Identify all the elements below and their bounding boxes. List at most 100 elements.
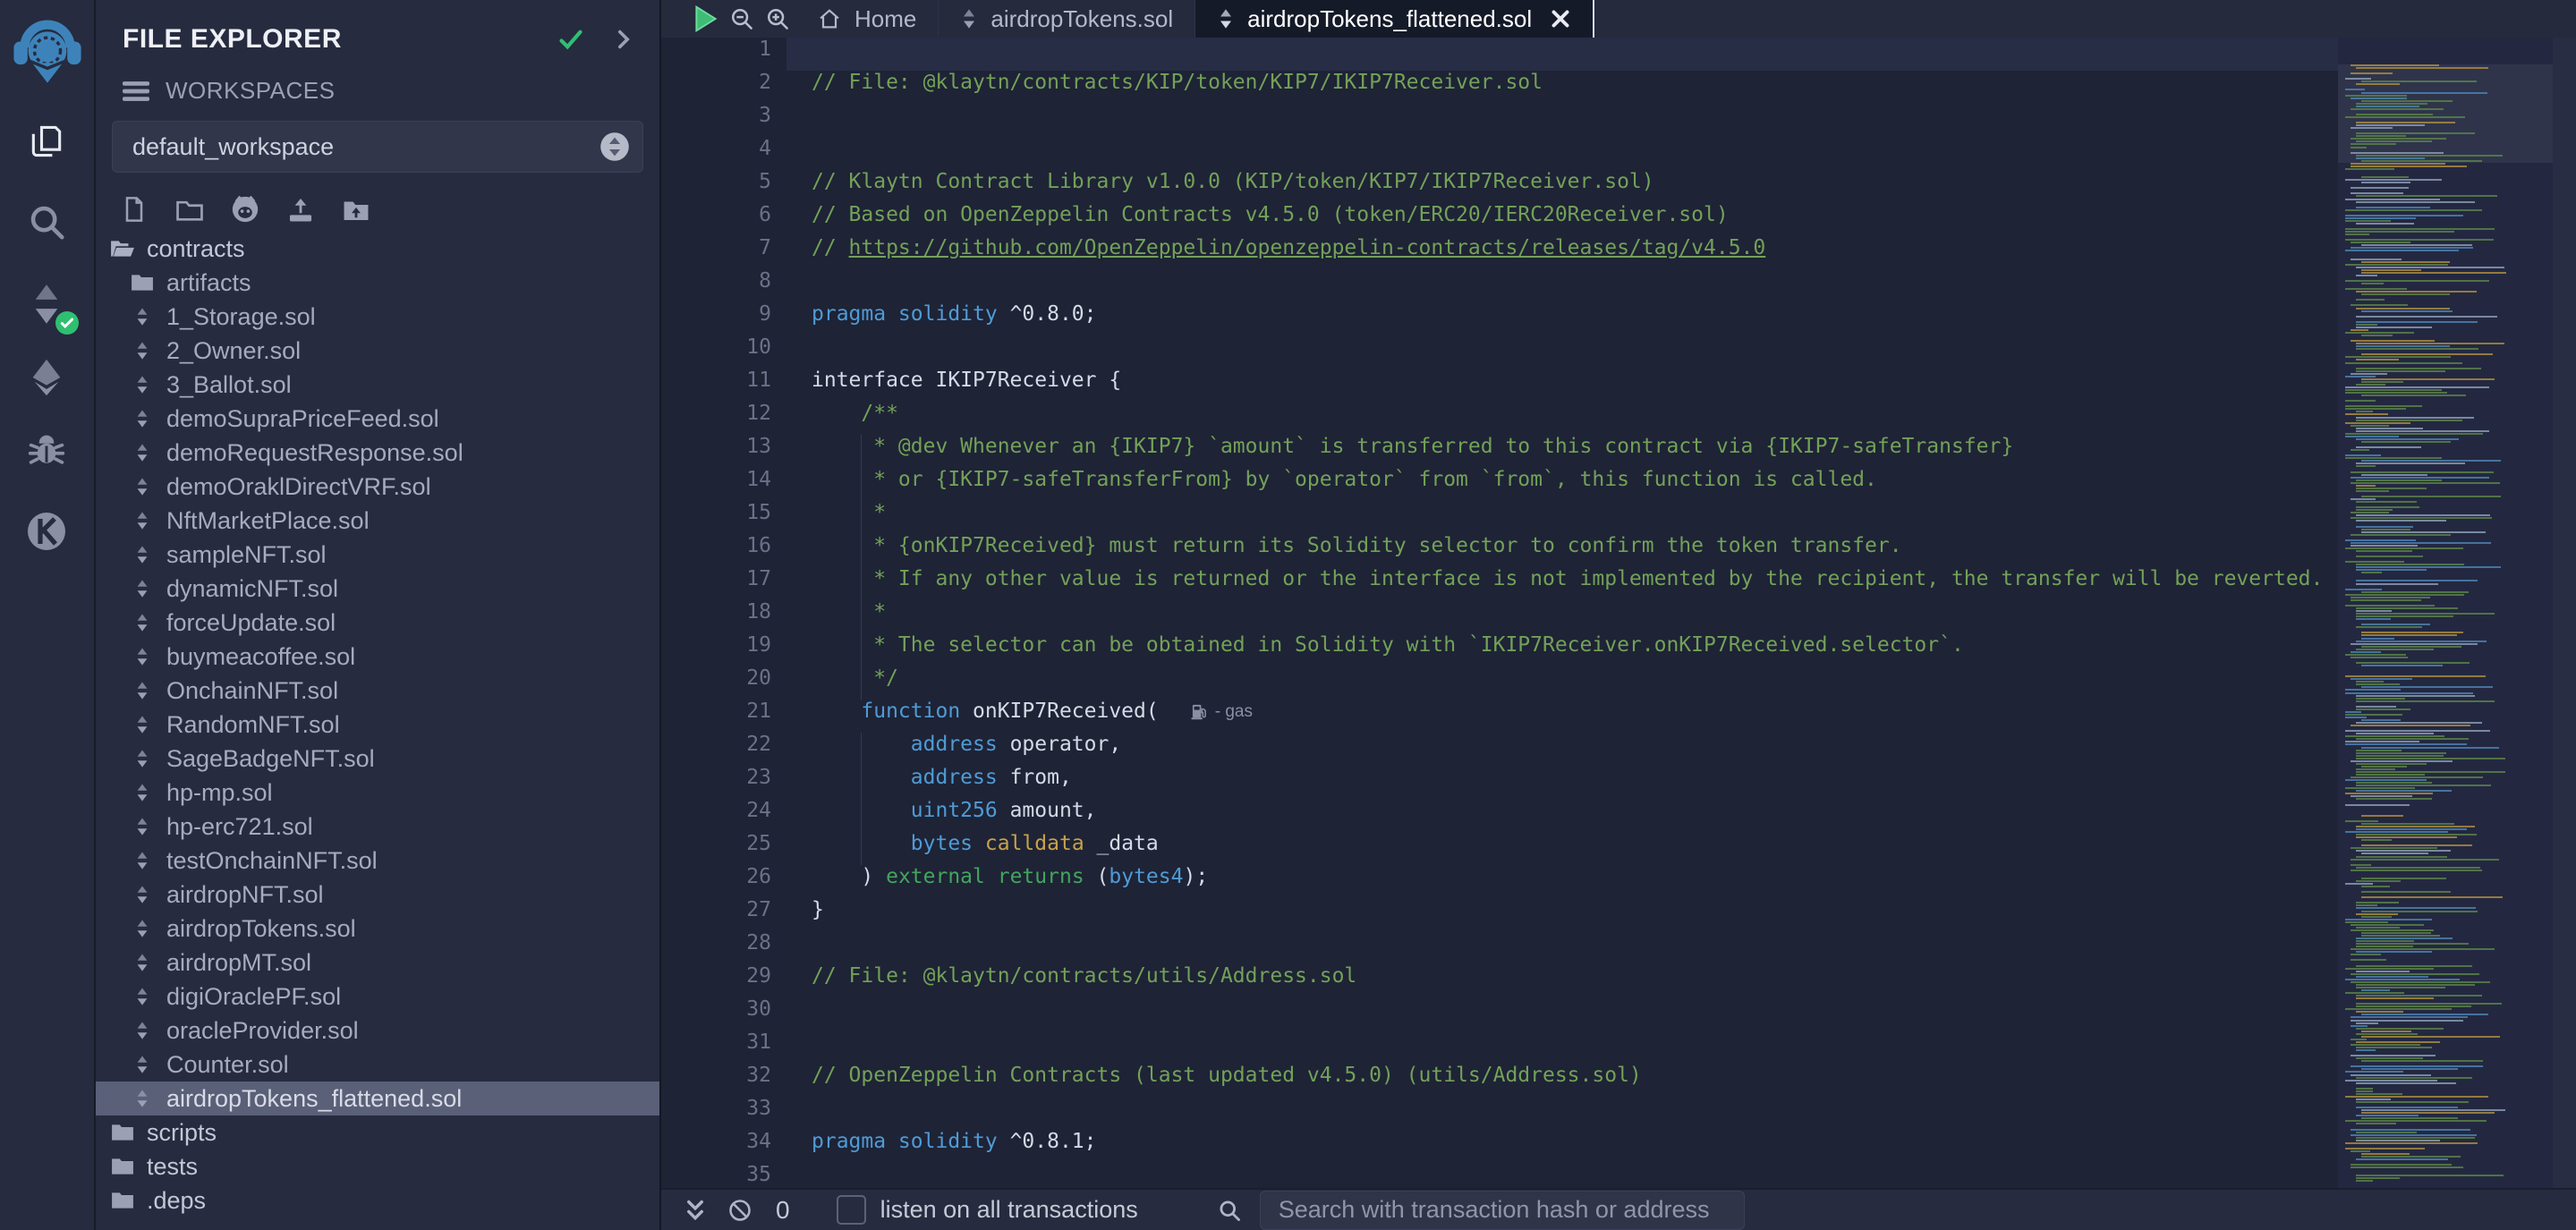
minimap-line <box>2356 782 2432 784</box>
minimap-line <box>2351 147 2367 148</box>
tree-item-artifacts[interactable]: artifacts <box>96 266 659 300</box>
tab-airdroptokens[interactable]: airdropTokens.sol <box>939 0 1195 38</box>
minimap-line <box>2356 275 2377 276</box>
indent-guide <box>861 766 862 799</box>
tree-item-testonchainnft-sol[interactable]: testOnchainNFT.sol <box>96 844 659 878</box>
listen-label: listen on all transactions <box>880 1196 1138 1224</box>
minimap-line <box>2345 457 2442 459</box>
minimap-line <box>2345 743 2467 745</box>
editor-tab-bar: Home airdropTokens.sol airdropTokens_fla… <box>661 0 2576 38</box>
tree-item-onchainnft-sol[interactable]: OnchainNFT.sol <box>96 674 659 708</box>
minimap-line <box>2351 643 2478 645</box>
sidebar-icon-deploy-and-run[interactable] <box>21 352 72 403</box>
minimap-line <box>2351 143 2396 145</box>
tree-item-forceupdate-sol[interactable]: forceUpdate.sol <box>96 606 659 640</box>
sidebar-icon-search[interactable] <box>21 197 72 247</box>
create-new-file-icon[interactable] <box>119 194 149 225</box>
minimap-line <box>2361 176 2409 178</box>
minimap-line <box>2356 681 2384 683</box>
tree-item-randomnft-sol[interactable]: RandomNFT.sol <box>96 708 659 742</box>
minimap-line <box>2345 992 2404 994</box>
tree-item--deps[interactable]: .deps <box>96 1183 659 1217</box>
block-transactions-icon[interactable] <box>727 1198 752 1223</box>
accept-check-icon[interactable] <box>557 26 584 53</box>
code-line-26: ) external returns (bytes4); <box>786 865 2338 898</box>
tree-item-dynamicnft-sol[interactable]: dynamicNFT.sol <box>96 572 659 606</box>
tree-item-buymeacoffee-sol[interactable]: buymeacoffee.sol <box>96 640 659 674</box>
editor-scrollbar[interactable] <box>2553 38 2576 1190</box>
tree-item-airdropmt-sol[interactable]: airdropMT.sol <box>96 946 659 980</box>
minimap-line <box>2351 152 2444 154</box>
minimap-line <box>2361 815 2403 817</box>
minimap-line <box>2345 1071 2403 1073</box>
run-script-button[interactable] <box>688 0 724 38</box>
tab-home[interactable]: Home <box>795 0 939 38</box>
tree-item-hp-erc721-sol[interactable]: hp-erc721.sol <box>96 810 659 844</box>
sidebar-icon-plugins[interactable] <box>21 506 72 556</box>
transaction-search-input[interactable] <box>1260 1191 1745 1230</box>
line-number: 27 <box>661 898 786 931</box>
minimap-line <box>2361 839 2392 841</box>
minimap-line <box>2345 392 2447 394</box>
code-token: * <box>812 501 886 524</box>
indent-guide <box>861 666 862 700</box>
workspaces-menu-icon[interactable] <box>123 80 149 103</box>
close-tab-icon[interactable] <box>1550 8 1571 30</box>
file-explorer-toolbar <box>119 194 659 225</box>
sidebar-icon-debugger[interactable] <box>21 426 72 476</box>
tree-item-airdroptokens-sol[interactable]: airdropTokens.sol <box>96 912 659 946</box>
tab-airdroptokens-flattened[interactable]: airdropTokens_flattened.sol <box>1195 0 1594 38</box>
minimap-line <box>2345 1096 2488 1098</box>
tree-item-3-ballot-sol[interactable]: 3_Ballot.sol <box>96 368 659 402</box>
tree-item-sagebadgenft-sol[interactable]: SageBadgeNFT.sol <box>96 742 659 776</box>
tree-item-scripts[interactable]: scripts <box>96 1115 659 1149</box>
minimap-line <box>2356 520 2446 522</box>
minimap-line <box>2356 613 2495 615</box>
minimap-line <box>2351 542 2491 544</box>
sidebar-icon-solidity-compiler[interactable] <box>21 279 72 329</box>
tree-item-oracleprovider-sol[interactable]: oracleProvider.sol <box>96 1014 659 1048</box>
minimap-line <box>2356 1077 2472 1079</box>
tree-item-airdropnft-sol[interactable]: airdropNFT.sol <box>96 878 659 912</box>
minimap-line <box>2345 831 2448 833</box>
tree-item-demorequestresponse-sol[interactable]: demoRequestResponse.sol <box>96 436 659 470</box>
expand-terminal-icon[interactable] <box>684 1199 706 1222</box>
zoom-out-button[interactable] <box>724 0 760 38</box>
minimap-line <box>2361 531 2486 533</box>
tree-item-hp-mp-sol[interactable]: hp-mp.sol <box>96 776 659 810</box>
tree-item-samplenft-sol[interactable]: sampleNFT.sol <box>96 538 659 572</box>
minimap[interactable] <box>2338 38 2553 1190</box>
tree-item-2-owner-sol[interactable]: 2_Owner.sol <box>96 334 659 368</box>
minimap-line <box>2356 722 2482 724</box>
code-editor[interactable]: 1234567891011121314151617181920212223242… <box>661 38 2338 1190</box>
sidebar-icon-file-explorer[interactable] <box>21 116 72 166</box>
tree-item-nftmarketplace-sol[interactable]: NftMarketPlace.sol <box>96 504 659 538</box>
tree-item-counter-sol[interactable]: Counter.sol <box>96 1048 659 1082</box>
chevron-right-icon[interactable] <box>615 27 633 52</box>
tree-item-label: 1_Storage.sol <box>166 303 316 331</box>
tree-item-1-storage-sol[interactable]: 1_Storage.sol <box>96 300 659 334</box>
code-link[interactable]: https://github.com/OpenZeppelin/openzepp… <box>849 236 1766 259</box>
workspace-select[interactable]: default_workspace <box>112 121 643 173</box>
tree-item-digioraclepf-sol[interactable]: digiOraclePF.sol <box>96 980 659 1014</box>
workspaces-label: WORKSPACES <box>166 77 335 105</box>
tree-item-demoorakldirectvrf-sol[interactable]: demoOraklDirectVRF.sol <box>96 470 659 504</box>
minimap-line <box>2361 572 2382 573</box>
upload-file-icon[interactable] <box>285 194 316 225</box>
tree-item-label: forceUpdate.sol <box>166 609 336 637</box>
tree-item-demosuprapricefeed-sol[interactable]: demoSupraPriceFeed.sol <box>96 402 659 436</box>
code-token <box>985 865 998 888</box>
listen-checkbox[interactable] <box>837 1195 866 1225</box>
tree-item-contracts[interactable]: contracts <box>96 232 659 266</box>
tree-item-airdroptokens-flattened-sol[interactable]: airdropTokens_flattened.sol <box>96 1082 659 1115</box>
upload-folder-icon[interactable] <box>341 194 371 225</box>
code-token: pragma solidity <box>812 302 998 326</box>
folder-icon <box>110 1191 135 1210</box>
tree-item-tests[interactable]: tests <box>96 1149 659 1183</box>
zoom-in-button[interactable] <box>760 0 795 38</box>
minimap-line <box>2356 446 2421 448</box>
github-clone-icon[interactable] <box>230 194 260 225</box>
create-new-folder-icon[interactable] <box>174 194 205 225</box>
minimap-line <box>2361 272 2506 274</box>
minimap-line <box>2356 1115 2419 1116</box>
